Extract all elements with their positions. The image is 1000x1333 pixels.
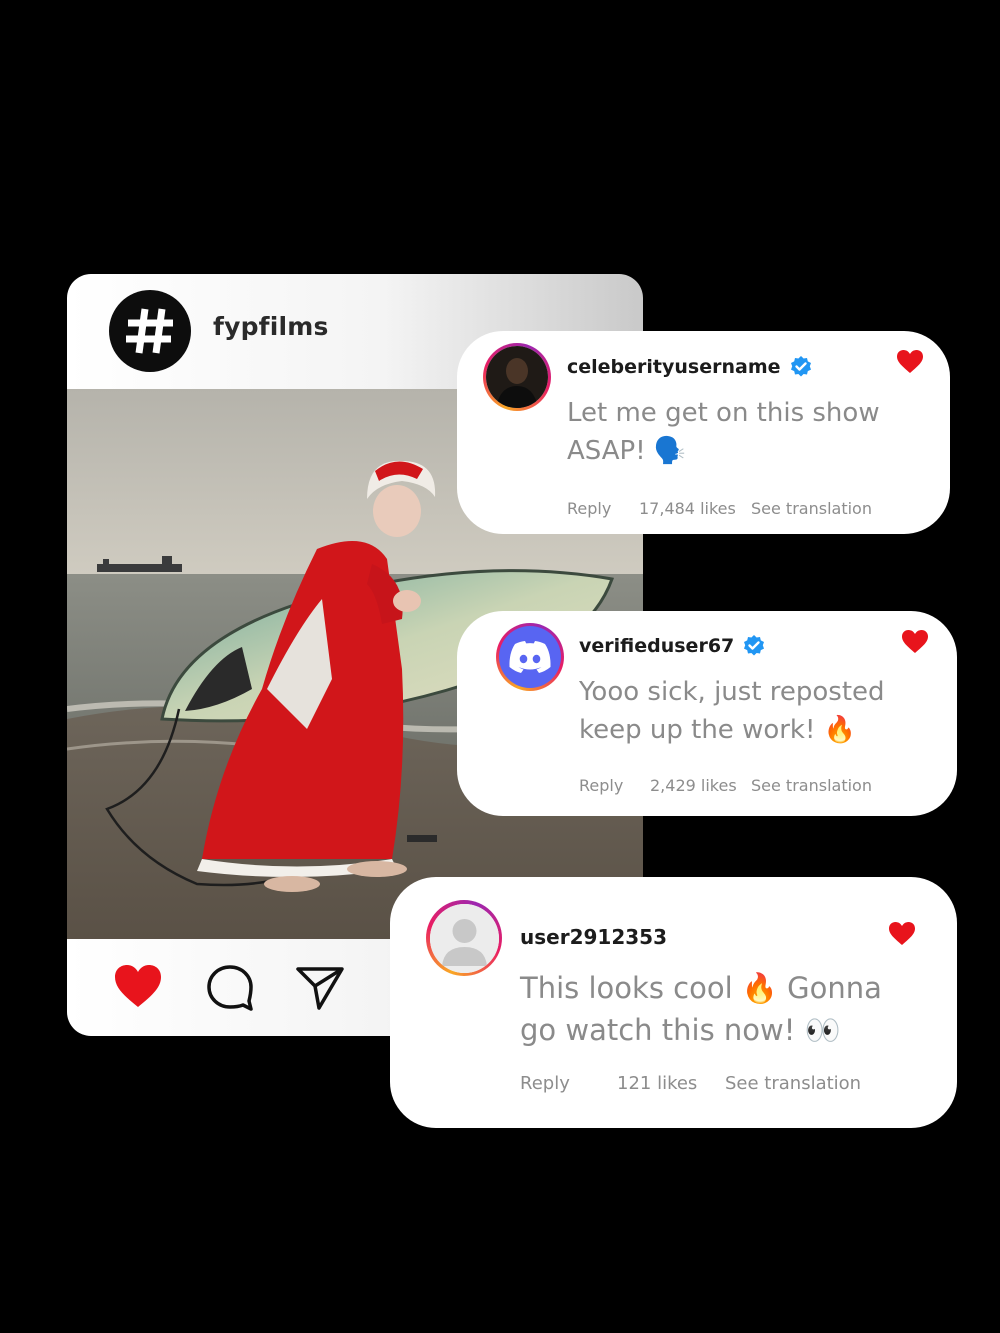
heart-filled-icon[interactable] [901, 629, 929, 655]
post-avatar[interactable] [109, 290, 191, 372]
default-user-avatar-icon [429, 903, 499, 973]
verified-badge-icon [790, 356, 811, 377]
post-username[interactable]: fypfilms [213, 312, 329, 341]
avatar[interactable] [496, 623, 564, 691]
comment-username[interactable]: verifieduser67 [579, 634, 766, 658]
comment-line-2: ASAP! 🗣️ [567, 435, 687, 466]
see-translation-link[interactable]: See translation [725, 1073, 861, 1094]
comment-card-2: verifieduser67 Yooo sick, just reposted … [457, 611, 957, 816]
likes-count[interactable]: 2,429 likes [650, 776, 737, 795]
comment-username[interactable]: user2912353 [520, 925, 667, 949]
paper-plane-icon[interactable] [295, 963, 345, 1011]
likes-count[interactable]: 121 likes [617, 1073, 697, 1094]
reply-link[interactable]: Reply [579, 776, 623, 795]
comment-line-1: This looks cool 🔥 Gonna [520, 971, 882, 1005]
comment-text: Yooo sick, just reposted keep up the wor… [579, 674, 885, 749]
avatar[interactable] [426, 900, 502, 976]
comment-text: This looks cool 🔥 Gonna go watch this no… [520, 967, 882, 1051]
comment-line-2: keep up the work! 🔥 [579, 714, 857, 745]
hashtag-icon [126, 308, 173, 354]
avatar[interactable] [483, 343, 551, 411]
likes-count[interactable]: 17,484 likes [639, 499, 736, 518]
heart-filled-icon[interactable] [888, 921, 916, 947]
username-text[interactable]: celeberityusername [567, 356, 781, 378]
reply-link[interactable]: Reply [520, 1073, 570, 1094]
heart-filled-icon[interactable] [113, 963, 163, 1011]
see-translation-link[interactable]: See translation [751, 499, 872, 518]
username-text[interactable]: user2912353 [520, 925, 667, 949]
comment-bubble-icon[interactable] [205, 963, 255, 1011]
comment-line-1: Let me get on this show [567, 398, 880, 428]
heart-filled-icon[interactable] [896, 349, 924, 375]
comment-line-1: Yooo sick, just reposted [579, 677, 885, 707]
see-translation-link[interactable]: See translation [751, 776, 872, 795]
comment-line-2: go watch this now! 👀 [520, 1013, 841, 1048]
comment-card-3: user2912353 This looks cool 🔥 Gonna go w… [390, 877, 957, 1128]
reply-link[interactable]: Reply [567, 499, 611, 518]
verified-badge-icon [744, 635, 765, 656]
comment-text: Let me get on this show ASAP! 🗣️ [567, 395, 880, 470]
user-photo-avatar [486, 346, 548, 408]
comment-username[interactable]: celeberityusername [567, 355, 813, 379]
discord-logo-icon [509, 641, 551, 673]
username-text[interactable]: verifieduser67 [579, 635, 734, 657]
comment-card-1: celeberityusername Let me get on this sh… [457, 331, 950, 534]
